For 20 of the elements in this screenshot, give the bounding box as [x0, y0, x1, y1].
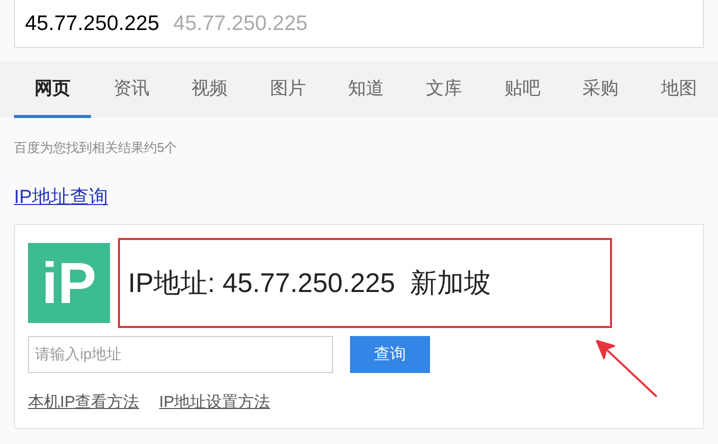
result-title-link[interactable]: IP地址查询: [14, 186, 108, 208]
nav-tab[interactable]: 采购: [562, 62, 640, 118]
nav-tab[interactable]: 资讯: [92, 62, 170, 118]
query-button[interactable]: 查询: [350, 336, 430, 373]
result-count: 百度为您找到相关结果约5个: [14, 139, 178, 157]
nav-tab[interactable]: 视频: [170, 62, 249, 118]
ip-input-field[interactable]: 请输入ip地址: [28, 336, 333, 373]
pointer-arrow: [596, 340, 658, 398]
nav-tab[interactable]: 图片: [248, 62, 327, 118]
help-link[interactable]: IP地址设置方法: [159, 391, 270, 415]
nav-tab[interactable]: 地图: [640, 62, 718, 118]
ip-address-result: IP地址: 45.77.250.225 新加坡: [128, 266, 492, 300]
search-suggestion: 45.77.250.225: [173, 10, 308, 37]
ip-logo: iP: [28, 243, 110, 323]
nav-tab[interactable]: 知道: [326, 62, 406, 118]
search-field-value[interactable]: 45.77.250.225: [25, 8, 160, 40]
help-link[interactable]: 本机IP查看方法: [28, 391, 140, 415]
nav-tab[interactable]: 贴吧: [483, 62, 562, 118]
nav-tab[interactable]: 网页: [14, 62, 92, 118]
nav-tab[interactable]: 文库: [405, 62, 484, 118]
